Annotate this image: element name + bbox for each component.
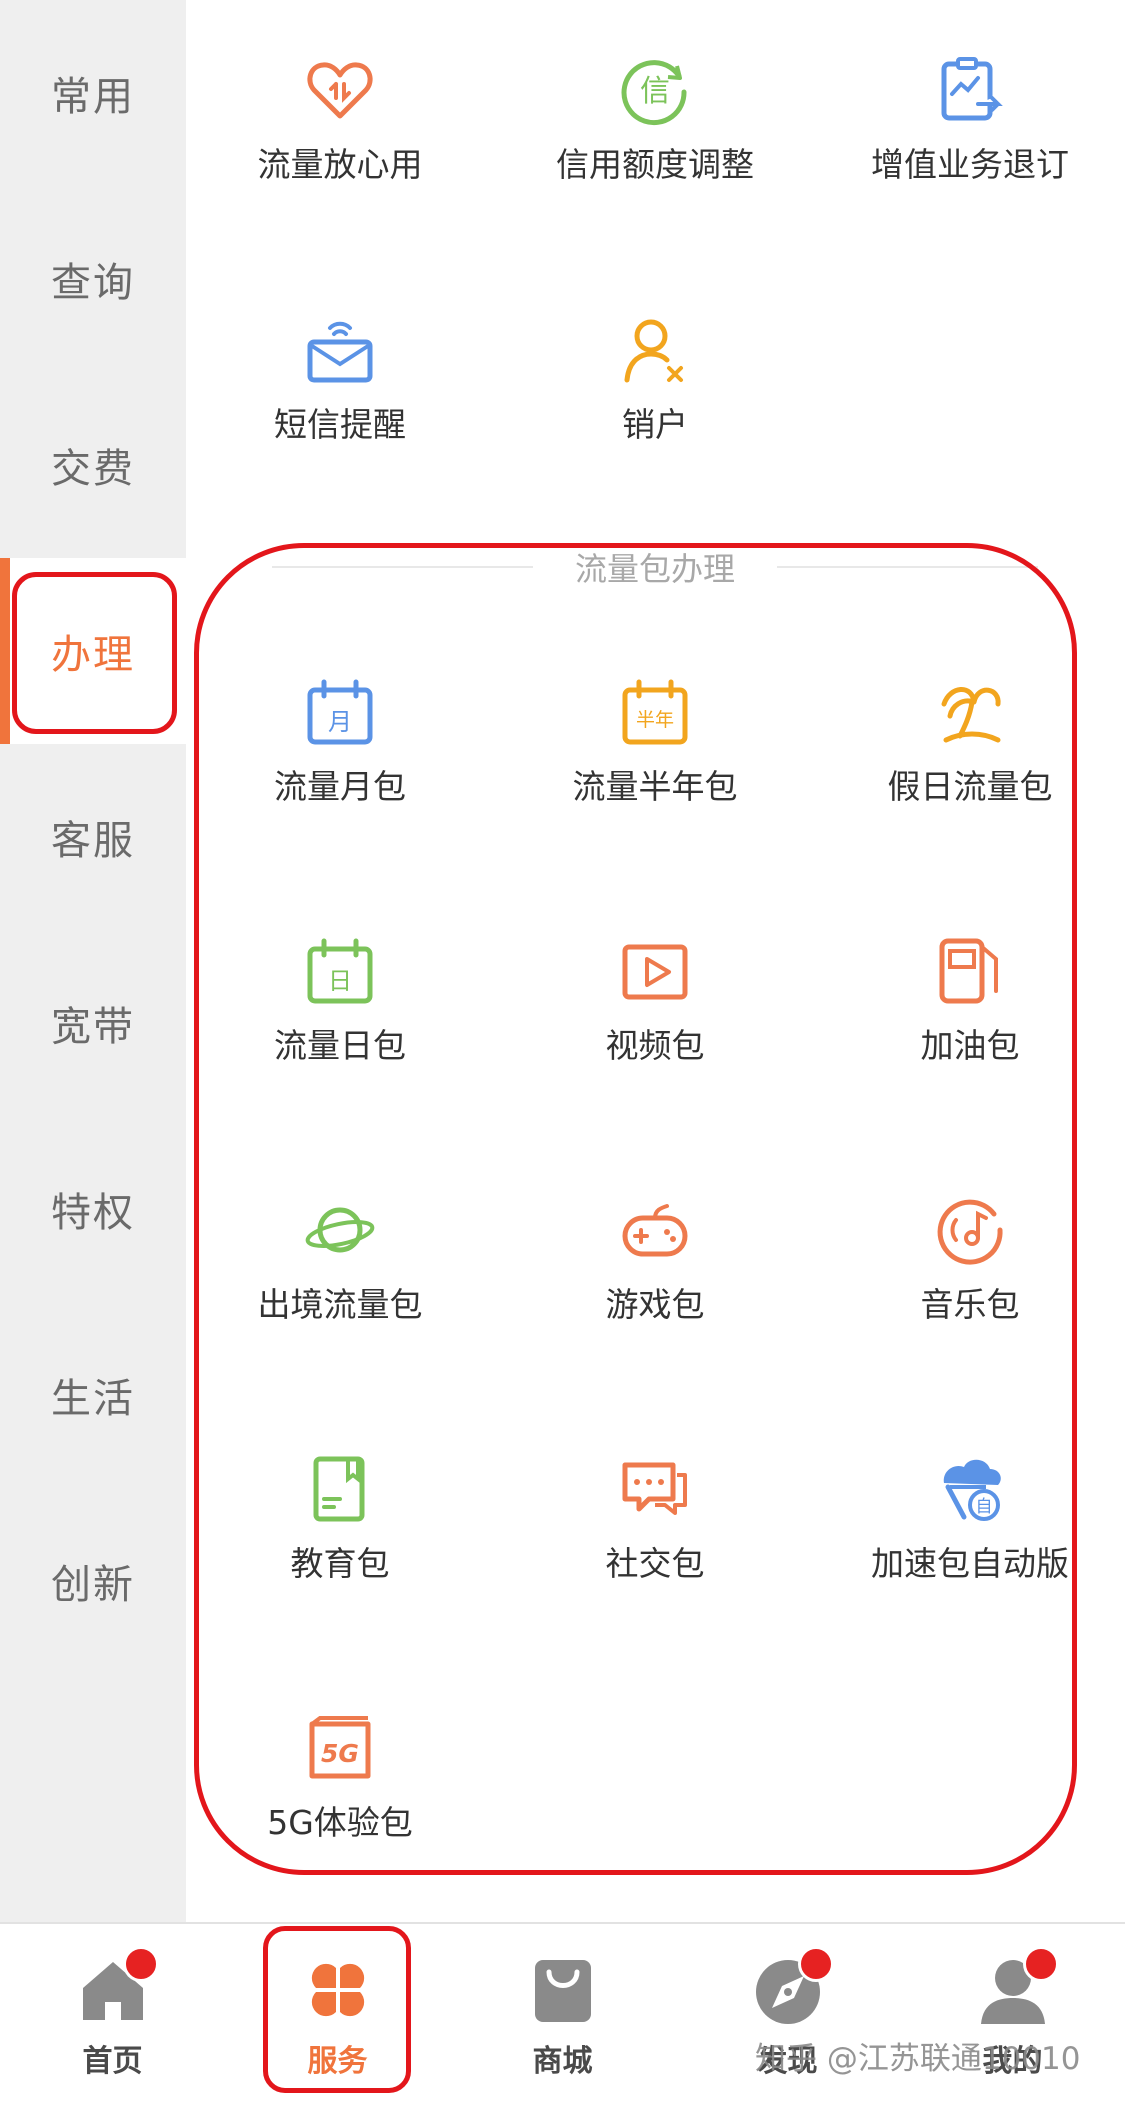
- watermark: 知乎 @江苏联通10010: [755, 2041, 1081, 2077]
- music-disc-icon: [937, 1199, 1003, 1265]
- svg-text:月: 月: [328, 708, 352, 736]
- service-value-added-unsubscribe[interactable]: 增值业务退订: [812, 54, 1125, 214]
- svg-text:自: 自: [976, 1497, 993, 1517]
- package-social[interactable]: 社交包: [497, 1453, 813, 1613]
- book-icon: [313, 1456, 365, 1522]
- svg-text:半年: 半年: [636, 709, 674, 731]
- credit-icon: 信: [621, 60, 687, 126]
- video-play-icon: [622, 944, 688, 1000]
- fuel-pump-icon: [939, 938, 998, 1004]
- package-roaming[interactable]: 出境流量包: [182, 1194, 498, 1354]
- svg-text:5G: 5G: [321, 1739, 359, 1768]
- notification-badge: [1022, 1946, 1059, 1982]
- 5g-card-icon: 5G: [309, 1716, 371, 1779]
- heart-data-icon: [307, 62, 373, 119]
- sidebar-item-life[interactable]: 生活: [0, 1302, 186, 1488]
- home-icon: [73, 1946, 159, 2030]
- profile-icon: [973, 1946, 1059, 2030]
- notification-badge: [122, 1946, 159, 1982]
- category-sidebar: 常用 查询 交费 办理 客服 宽带 特权 生活 创新: [0, 0, 186, 1922]
- package-holiday[interactable]: 假日流量包: [812, 676, 1125, 836]
- planet-icon: [305, 1207, 375, 1253]
- calendar-day-icon: 日: [307, 938, 373, 1004]
- service-data-worry-free[interactable]: 流量放心用: [182, 54, 498, 214]
- shopping-bag-icon: [523, 1950, 603, 2030]
- speed-cloud-icon: 自: [943, 1459, 1001, 1521]
- gamepad-icon: [622, 1204, 688, 1257]
- sidebar-item-query[interactable]: 查询: [0, 186, 186, 372]
- calendar-halfyear-icon: 半年: [622, 679, 688, 745]
- compass-icon: [748, 1946, 834, 2030]
- sidebar-item-innovation[interactable]: 创新: [0, 1488, 186, 1674]
- service-close-account[interactable]: 销户: [497, 314, 813, 474]
- sidebar-item-payment[interactable]: 交费: [0, 372, 186, 558]
- sidebar-item-common[interactable]: 常用: [0, 0, 186, 186]
- svg-text:日: 日: [328, 967, 352, 995]
- nav-home[interactable]: 首页: [0, 1924, 225, 2101]
- unsubscribe-icon: [941, 57, 1003, 121]
- package-video[interactable]: 视频包: [497, 935, 813, 1095]
- nav-services[interactable]: 服务: [225, 1924, 450, 2101]
- sms-icon: [307, 321, 373, 383]
- package-speedup-auto[interactable]: 自 加速包自动版: [812, 1453, 1125, 1613]
- service-sms-reminder[interactable]: 短信提醒: [182, 314, 498, 474]
- calendar-month-icon: 月: [307, 679, 373, 745]
- package-music[interactable]: 音乐包: [812, 1194, 1125, 1354]
- close-account-icon: [624, 319, 683, 383]
- package-education[interactable]: 教育包: [182, 1453, 498, 1613]
- svg-text:信: 信: [640, 74, 670, 109]
- package-boost[interactable]: 加油包: [812, 935, 1125, 1095]
- chat-bubble-icon: [622, 1462, 687, 1515]
- sidebar-item-handle[interactable]: 办理: [0, 558, 186, 744]
- notification-badge: [797, 1946, 834, 1982]
- section-title-data-packages: 流量包办理: [230, 545, 1080, 589]
- package-5g-trial[interactable]: 5G 5G体验包: [182, 1712, 498, 1872]
- sidebar-item-service[interactable]: 客服: [0, 744, 186, 930]
- package-game[interactable]: 游戏包: [497, 1194, 813, 1354]
- services-grid-icon: [298, 1950, 378, 2030]
- package-half-year[interactable]: 半年 流量半年包: [497, 676, 813, 836]
- service-credit-adjust[interactable]: 信 信用额度调整: [497, 54, 813, 214]
- package-monthly[interactable]: 月 流量月包: [182, 676, 498, 836]
- nav-mall[interactable]: 商城: [450, 1924, 675, 2101]
- package-daily[interactable]: 日 流量日包: [182, 935, 498, 1095]
- sidebar-item-privilege[interactable]: 特权: [0, 1116, 186, 1302]
- palm-tree-icon: [941, 687, 1001, 743]
- sidebar-item-broadband[interactable]: 宽带: [0, 930, 186, 1116]
